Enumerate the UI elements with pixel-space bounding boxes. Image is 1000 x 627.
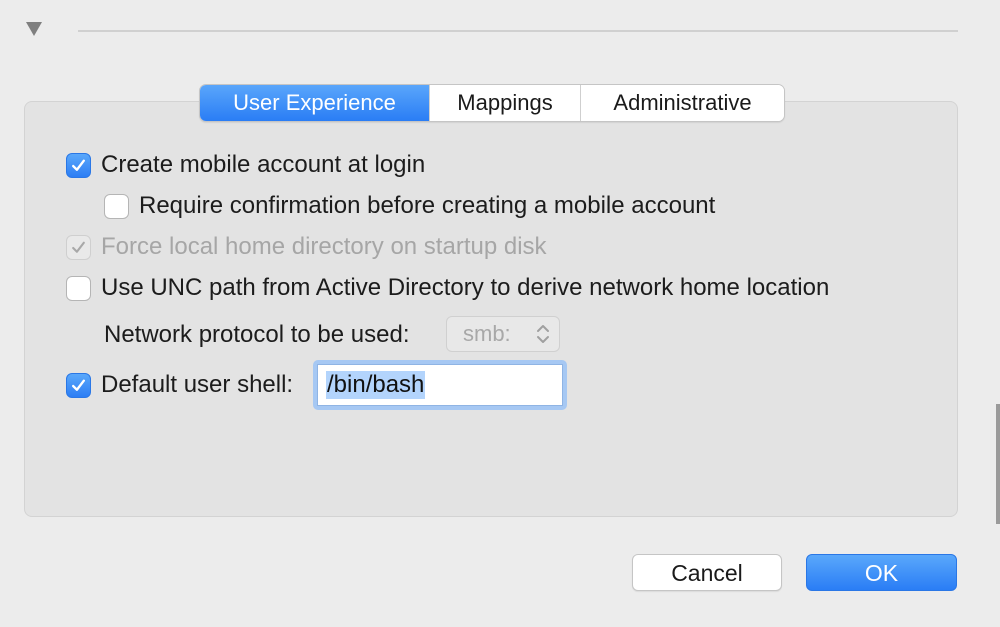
use-unc-path-option[interactable]: Use UNC path from Active Directory to de… [66, 274, 829, 302]
require-confirmation-checkbox[interactable] [104, 193, 129, 219]
checkmark-icon [72, 379, 85, 391]
force-local-home-label: Force local home directory on startup di… [101, 233, 547, 260]
disclosure-triangle-icon[interactable] [26, 22, 42, 36]
divider [78, 30, 958, 32]
tab-mappings[interactable]: Mappings [429, 85, 580, 121]
default-shell-option[interactable]: Default user shell: [66, 371, 293, 399]
shell-field-focus-ring: /bin/bash [313, 360, 567, 410]
force-local-home-checkbox [66, 234, 91, 260]
use-unc-path-checkbox[interactable] [66, 275, 91, 301]
tab-user-experience[interactable]: User Experience [200, 85, 429, 121]
default-shell-label: Default user shell: [101, 371, 294, 398]
cancel-button[interactable]: Cancel [632, 554, 782, 591]
network-protocol-label: Network protocol to be used: [104, 321, 410, 348]
checkmark-icon [72, 241, 85, 253]
create-mobile-account-label: Create mobile account at login [101, 151, 426, 178]
use-unc-path-label: Use UNC path from Active Directory to de… [101, 274, 830, 301]
network-protocol-value: smb: [463, 321, 511, 346]
tab-bar: User Experience Mappings Administrative [199, 84, 785, 122]
force-local-home-option: Force local home directory on startup di… [66, 233, 547, 261]
window-edge [996, 404, 1000, 524]
create-mobile-account-option[interactable]: Create mobile account at login [66, 151, 425, 179]
create-mobile-account-checkbox[interactable] [66, 152, 91, 178]
tab-administrative[interactable]: Administrative [580, 85, 784, 121]
default-shell-input[interactable]: /bin/bash [317, 364, 563, 406]
updown-arrows-icon [537, 325, 549, 343]
checkmark-icon [72, 159, 85, 171]
default-shell-value: /bin/bash [326, 371, 426, 399]
require-confirmation-label: Require confirmation before creating a m… [139, 192, 716, 219]
network-protocol-select: smb: [446, 316, 560, 352]
require-confirmation-option[interactable]: Require confirmation before creating a m… [104, 192, 715, 220]
default-shell-checkbox[interactable] [66, 372, 91, 398]
ok-button[interactable]: OK [806, 554, 957, 591]
